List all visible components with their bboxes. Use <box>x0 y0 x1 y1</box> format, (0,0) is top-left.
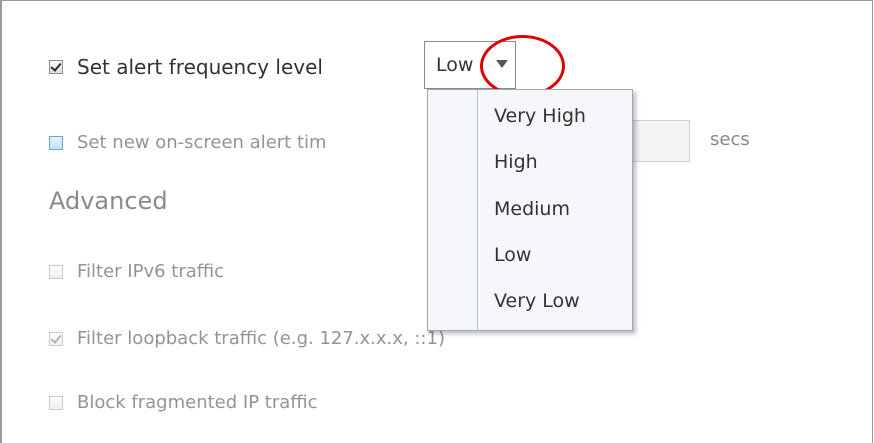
block-fragmented-label: Block fragmented IP traffic <box>77 392 318 413</box>
select-value: Low <box>436 54 474 76</box>
frequency-dropdown-menu: Very High High Medium Low Very Low <box>427 89 633 331</box>
dropdown-option-very-high[interactable]: Very High <box>494 105 586 127</box>
alert-frequency-label: Set alert frequency level <box>77 55 323 79</box>
dropdown-gutter <box>428 90 478 330</box>
filter-ipv6-checkbox[interactable] <box>49 264 63 279</box>
block-fragmented-row: Block fragmented IP traffic <box>49 392 318 413</box>
secs-label: secs <box>710 129 750 150</box>
advanced-heading: Advanced <box>49 187 168 215</box>
dropdown-option-low[interactable]: Low <box>494 244 531 266</box>
onscreen-alert-checkbox[interactable] <box>49 135 63 150</box>
alert-frequency-checkbox[interactable] <box>49 60 63 74</box>
alert-frequency-select[interactable]: Low <box>424 41 516 89</box>
alert-frequency-row: Set alert frequency level <box>49 55 323 79</box>
dropdown-option-high[interactable]: High <box>494 151 538 173</box>
filter-loopback-label: Filter loopback traffic (e.g. 127.x.x.x,… <box>77 328 445 349</box>
dropdown-option-very-low[interactable]: Very Low <box>494 290 580 312</box>
onscreen-alert-label: Set new on-screen alert tim <box>77 132 327 153</box>
dropdown-arrow-icon[interactable] <box>496 60 508 68</box>
settings-panel: Set alert frequency level Low Set new on… <box>0 0 873 443</box>
filter-loopback-checkbox[interactable] <box>49 331 63 346</box>
filter-loopback-row: Filter loopback traffic (e.g. 127.x.x.x,… <box>49 328 445 349</box>
alert-timeout-input[interactable] <box>632 120 690 162</box>
filter-ipv6-label: Filter IPv6 traffic <box>77 261 225 282</box>
dropdown-option-medium[interactable]: Medium <box>494 198 570 220</box>
onscreen-alert-row: Set new on-screen alert tim <box>49 132 327 153</box>
block-fragmented-checkbox[interactable] <box>49 395 63 410</box>
filter-ipv6-row: Filter IPv6 traffic <box>49 261 224 282</box>
